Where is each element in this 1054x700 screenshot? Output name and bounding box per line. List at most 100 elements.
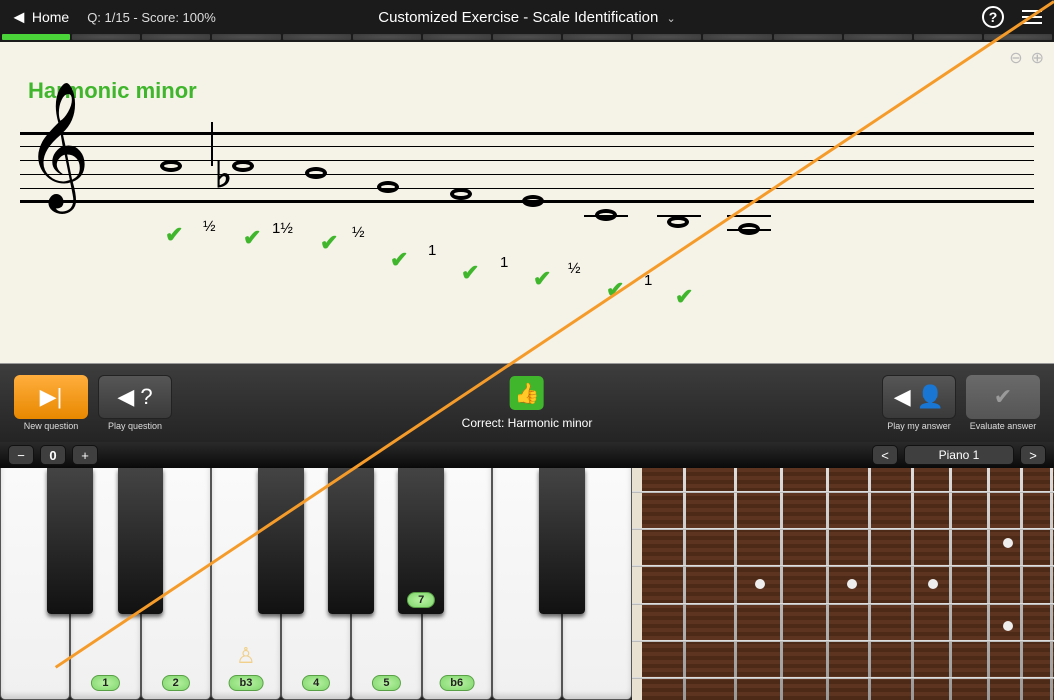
progress-seg — [353, 34, 421, 40]
progress-seg — [72, 34, 140, 40]
string[interactable] — [632, 603, 1054, 605]
new-question-label: New question — [24, 421, 79, 431]
interval-label: 1 — [428, 242, 436, 259]
notes-layer: ♭ ✔ ✔ ✔ ✔ ✔ ✔ ✔ ✔ ½ 1½ ½ 1 1 ½ 1 — [20, 132, 1034, 332]
progress-seg — [914, 34, 982, 40]
key-label: 2 — [162, 675, 190, 691]
evaluate-answer-label: Evaluate answer — [970, 421, 1037, 431]
black-key[interactable] — [258, 468, 304, 614]
octave-down-button[interactable]: − — [8, 445, 34, 465]
fret — [780, 468, 783, 700]
black-key[interactable] — [539, 468, 585, 614]
key-label: 4 — [302, 675, 330, 691]
nut — [632, 468, 642, 700]
zoom-in-icon[interactable]: ⊕ — [1031, 48, 1044, 68]
feedback-area: 👍 Correct: Harmonic minor — [462, 376, 593, 430]
fret — [734, 468, 737, 700]
check-icon: ✔ — [606, 277, 624, 303]
check-icon: ✔ — [675, 284, 693, 310]
menu-button[interactable] — [1022, 10, 1042, 24]
check-icon: ✔ — [533, 266, 551, 292]
interval-label: 1 — [500, 254, 508, 271]
new-question-button[interactable]: ▶| New question — [14, 375, 88, 431]
ledger-line — [657, 215, 701, 217]
fret — [949, 468, 952, 700]
ledger-line — [584, 215, 628, 217]
interval-label: ½ — [203, 218, 216, 235]
progress-seg — [2, 34, 70, 40]
string[interactable] — [632, 640, 1054, 642]
play-question-button[interactable]: ◀ ? Play question — [98, 375, 172, 431]
evaluate-answer-button: ✔ Evaluate answer — [966, 375, 1040, 431]
note — [377, 181, 399, 193]
progress-seg — [563, 34, 631, 40]
octave-up-button[interactable]: + — [72, 445, 98, 465]
progress-seg — [283, 34, 351, 40]
home-label: Home — [32, 9, 69, 25]
exercise-title-dropdown[interactable]: Customized Exercise - Scale Identificati… — [378, 9, 676, 26]
note — [522, 195, 544, 207]
instrument-name[interactable]: Piano 1 — [904, 445, 1014, 465]
ledger-line — [727, 229, 771, 231]
chevron-down-icon: ⌄ — [667, 13, 676, 25]
string[interactable] — [632, 565, 1054, 567]
pawn-icon: ♙ — [236, 643, 256, 669]
interval-label: 1½ — [272, 220, 293, 237]
fret — [911, 468, 914, 700]
piano-keyboard[interactable]: 1 2 ♙b3 4 5 b6 7 — [0, 468, 632, 700]
play-my-answer-button[interactable]: ◀ 👤 Play my answer — [882, 375, 956, 431]
flat-icon: ♭ — [215, 154, 232, 196]
string[interactable] — [632, 528, 1054, 530]
speaker-user-icon: ◀ 👤 — [894, 384, 944, 410]
check-icon: ✔ — [165, 222, 183, 248]
black-key[interactable]: 7 — [398, 468, 444, 614]
top-bar: ◄ Home Q: 1/15 - Score: 100% Customized … — [0, 0, 1054, 34]
fret — [1020, 468, 1023, 700]
string[interactable] — [632, 491, 1054, 493]
progress-seg — [493, 34, 561, 40]
exercise-title: Customized Exercise - Scale Identificati… — [378, 9, 658, 26]
note — [305, 167, 327, 179]
progress-seg — [423, 34, 491, 40]
next-instrument-button[interactable]: > — [1020, 445, 1046, 465]
fret-marker-dot — [1003, 538, 1013, 548]
zoom-out-icon[interactable]: ⊖ — [1009, 48, 1022, 68]
help-button[interactable]: ? — [982, 6, 1004, 28]
black-key[interactable] — [328, 468, 374, 614]
note — [160, 160, 182, 172]
interval-label: ½ — [352, 224, 365, 241]
check-icon: ✔ — [320, 230, 338, 256]
string[interactable] — [632, 677, 1054, 679]
feedback-text: Correct: Harmonic minor — [462, 416, 593, 430]
control-bar: ▶| New question ◀ ? Play question 👍 Corr… — [0, 364, 1054, 442]
key-label: b3 — [229, 675, 264, 691]
speaker-question-icon: ◀ ? — [117, 384, 152, 410]
note-stem — [211, 122, 213, 166]
note — [667, 216, 689, 228]
check-icon: ✔ — [461, 260, 479, 286]
score-text: Q: 1/15 - Score: 100% — [87, 10, 216, 25]
octave-value: 0 — [40, 445, 66, 465]
fret — [1050, 468, 1053, 700]
fret — [868, 468, 871, 700]
checkmark-icon: ✔ — [994, 384, 1012, 410]
progress-seg — [212, 34, 280, 40]
progress-seg — [703, 34, 771, 40]
progress-seg — [142, 34, 210, 40]
black-key[interactable] — [47, 468, 93, 614]
home-button[interactable]: ◄ Home — [0, 0, 79, 34]
instrument-bar: − 0 + < Piano 1 > — [0, 442, 1054, 468]
prev-instrument-button[interactable]: < — [872, 445, 898, 465]
key-label: 7 — [407, 592, 435, 608]
check-icon: ✔ — [243, 225, 261, 251]
progress-seg — [774, 34, 842, 40]
ledger-line — [727, 215, 771, 217]
key-label: 1 — [91, 675, 119, 691]
guitar-fretboard[interactable] — [632, 468, 1054, 700]
fret — [987, 468, 990, 700]
progress-seg — [844, 34, 912, 40]
sheet-area: ⊖ ⊕ Harmonic minor 𝄞 ♭ ✔ ✔ ✔ ✔ — [0, 42, 1054, 364]
instruments-area: 1 2 ♙b3 4 5 b6 7 — [0, 468, 1054, 700]
key-label: 5 — [372, 675, 400, 691]
black-key[interactable] — [118, 468, 164, 614]
